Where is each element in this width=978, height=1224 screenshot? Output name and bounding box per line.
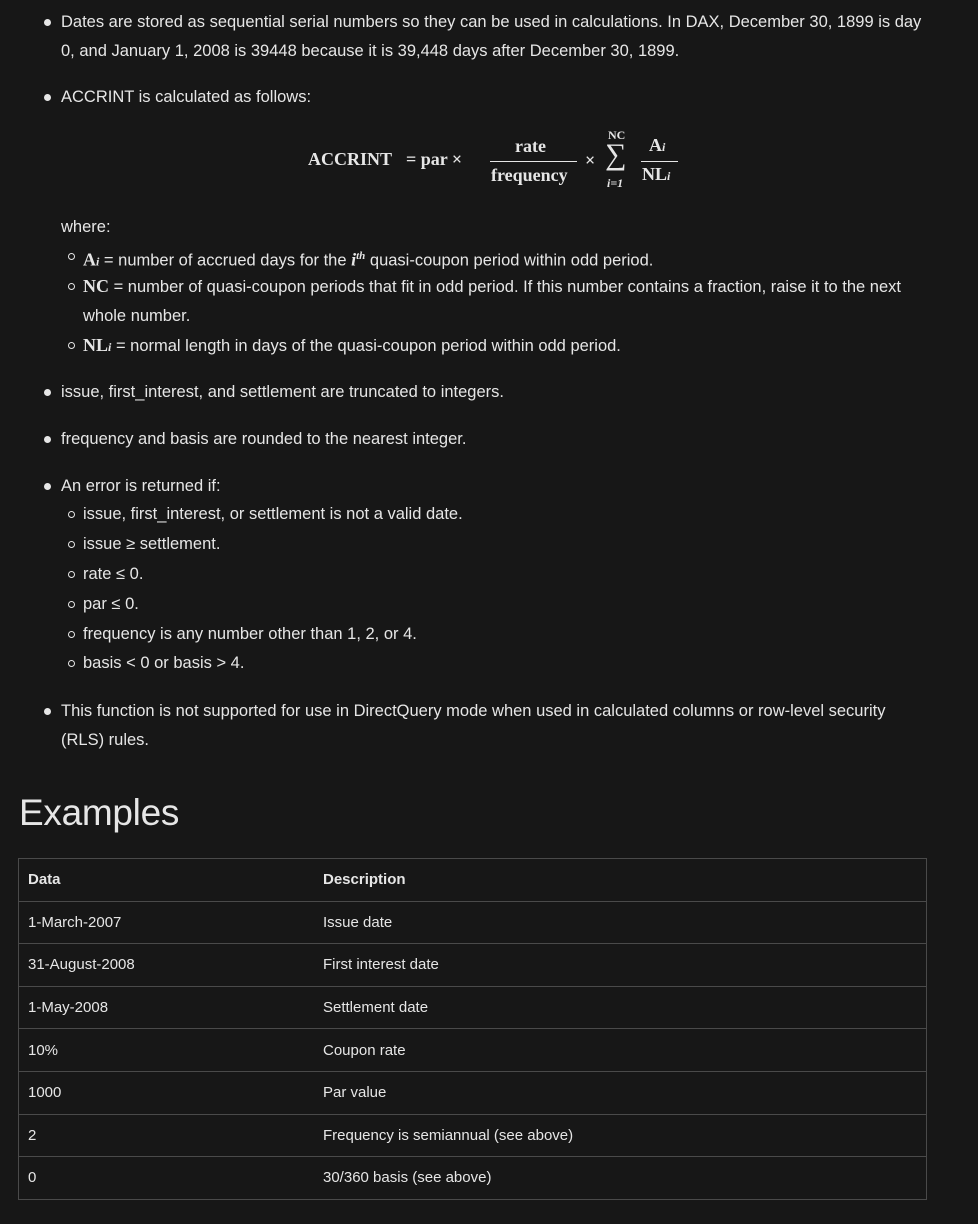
column-header-description: Description xyxy=(314,858,927,902)
error-item: frequency is any number other than 1, 2,… xyxy=(68,620,933,649)
cell-description: Par value xyxy=(314,1070,927,1115)
cell-data: 1-May-2008 xyxy=(18,985,314,1030)
fraction2-bar xyxy=(641,161,678,162)
calc-intro-text: ACCRINT is calculated as follows: xyxy=(61,88,312,106)
hollow-bullet-icon xyxy=(68,253,75,260)
table-header-row: Data Description xyxy=(18,858,927,902)
bullet-icon xyxy=(44,94,51,101)
cell-data: 1000 xyxy=(18,1070,314,1115)
fraction2-denominator: NLi xyxy=(642,164,671,184)
bullet-icon xyxy=(44,483,51,490)
formula-lhs: ACCRINT xyxy=(308,149,393,169)
hollow-bullet-icon xyxy=(68,601,75,608)
hollow-bullet-icon xyxy=(68,511,75,518)
table-body: 1-March-2007 Issue date 31-August-2008 Firs… xyxy=(18,900,927,1200)
hollow-bullet-icon xyxy=(68,342,75,349)
sum-lower-limit: i=1 xyxy=(607,176,624,190)
error-item: basis < 0 or basis > 4. xyxy=(68,649,933,678)
table-row: 1-May-2008 Settlement date xyxy=(18,985,927,1030)
list-item-rounded: frequency and basis are rounded to the n… xyxy=(44,425,931,454)
bullet-icon xyxy=(44,19,51,26)
cell-description: 30/360 basis (see above) xyxy=(314,1156,927,1200)
table-row: 2 Frequency is semiannual (see above) xyxy=(18,1113,927,1158)
table-row: 1000 Par value xyxy=(18,1070,927,1115)
cell-data: 31-August-2008 xyxy=(18,943,314,987)
accrint-formula: ACCRINT = par × rate frequency × NC ∑ i=… xyxy=(308,128,688,198)
cell-description: First interest date xyxy=(314,943,927,987)
where-label: where: xyxy=(61,218,111,236)
hollow-bullet-icon xyxy=(68,541,75,548)
column-header-data: Data xyxy=(18,858,314,902)
table-row: 1-March-2007 Issue date xyxy=(18,900,927,945)
formula-times: × xyxy=(585,150,596,170)
error-item: issue, first_interest, or settlement is … xyxy=(68,500,933,529)
where-item-nl: NLi = normal length in days of the quasi… xyxy=(68,331,933,362)
cell-description: Frequency is semiannual (see above) xyxy=(314,1113,927,1158)
list-item-errors: An error is returned if: xyxy=(44,472,931,501)
where-item-nc: NC = number of quasi-coupon periods that… xyxy=(68,272,928,331)
table-row: 10% Coupon rate xyxy=(18,1028,927,1072)
error-item: issue ≥ settlement. xyxy=(68,530,933,559)
cell-data: 1-March-2007 xyxy=(18,900,314,945)
list-item-calculation: ACCRINT is calculated as follows: xyxy=(44,83,931,112)
sigma-icon: ∑ xyxy=(605,138,627,171)
list-item-directquery: This function is not supported for use i… xyxy=(44,697,911,755)
cell-description: Settlement date xyxy=(314,985,927,1030)
hollow-bullet-icon xyxy=(68,631,75,638)
hollow-bullet-icon xyxy=(68,660,75,667)
bullet-icon xyxy=(44,708,51,715)
formula-eq-par: = par × xyxy=(406,149,463,169)
formula-denominator: frequency xyxy=(491,165,568,185)
formula-numerator: rate xyxy=(515,136,546,156)
table-row: 0 30/360 basis (see above) xyxy=(18,1156,927,1200)
list-item-dates: Dates are stored as sequential serial nu… xyxy=(44,8,931,66)
hollow-bullet-icon xyxy=(68,571,75,578)
list-item-truncated: issue, first_interest, and settlement ar… xyxy=(44,378,931,407)
fraction2-numerator: Ai xyxy=(649,135,666,155)
cell-data: 0 xyxy=(18,1156,314,1200)
fraction-bar xyxy=(490,161,577,162)
cell-data: 2 xyxy=(18,1113,314,1158)
error-item: par ≤ 0. xyxy=(68,590,933,619)
bullet-icon xyxy=(44,436,51,443)
cell-data: 10% xyxy=(18,1028,314,1072)
cell-description: Issue date xyxy=(314,900,927,945)
table-row: 31-August-2008 First interest date xyxy=(18,943,927,987)
cell-description: Coupon rate xyxy=(314,1028,927,1072)
bullet-icon xyxy=(44,389,51,396)
dates-text: Dates are stored as sequential serial nu… xyxy=(61,13,922,60)
hollow-bullet-icon xyxy=(68,283,75,290)
examples-heading: Examples xyxy=(19,792,180,833)
error-item: rate ≤ 0. xyxy=(68,560,933,589)
examples-table: Data Description 1-March-2007 Issue date 3… xyxy=(18,858,927,1200)
